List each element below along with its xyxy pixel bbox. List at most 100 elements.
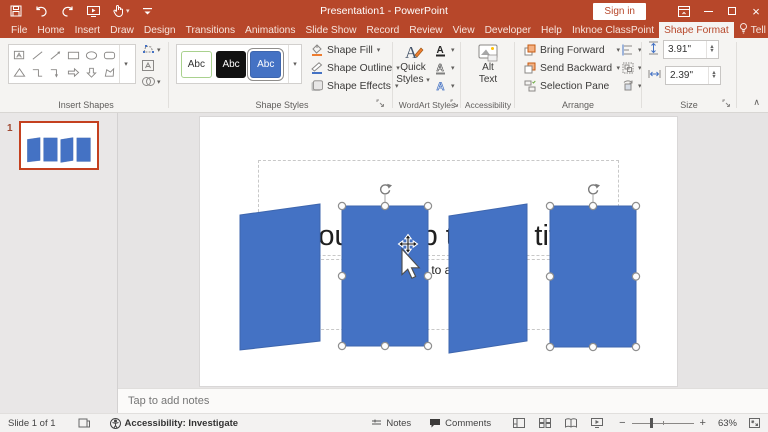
zoom-slider-thumb[interactable] (650, 418, 653, 428)
style-presets-more-icon[interactable]: ▾ (288, 45, 301, 83)
selection-handle[interactable] (338, 272, 345, 279)
align-objects-icon[interactable]: ▾ (622, 42, 642, 58)
text-box-icon[interactable] (142, 60, 161, 71)
comments-button[interactable]: Comments (429, 418, 491, 429)
selection-handle[interactable] (546, 343, 553, 350)
group-objects-icon[interactable]: ▾ (622, 60, 642, 76)
shapes-gallery-more-icon[interactable]: ▾ (119, 45, 132, 83)
selection-handle[interactable] (589, 343, 596, 350)
shape-line-icon[interactable] (28, 47, 46, 64)
text-effects-button[interactable]: A▾ (434, 78, 455, 94)
shape-height-field[interactable]: 3.91" ▲▼ (663, 40, 719, 59)
touch-mouse-mode-icon[interactable]: ▾ (113, 0, 130, 22)
selection-handle[interactable] (546, 273, 553, 280)
tab-help[interactable]: Help (536, 22, 567, 38)
selection-handle[interactable] (424, 202, 431, 209)
close-button[interactable]: × (744, 0, 768, 22)
accessibility-check-button[interactable]: Accessibility: Investigate (110, 418, 239, 429)
rotate-handle[interactable] (381, 184, 392, 194)
rotate-objects-icon[interactable]: ▾ (622, 78, 642, 94)
zoom-level[interactable]: 63% (718, 418, 737, 429)
slide-thumbnail-1[interactable] (19, 121, 99, 170)
tab-inknoe-classpoint[interactable]: Inknoe ClassPoint (567, 22, 659, 38)
undo-icon[interactable] (35, 0, 48, 22)
tab-review[interactable]: Review (404, 22, 447, 38)
zoom-out-button[interactable]: − (619, 417, 625, 429)
slide-sorter-view-icon[interactable] (539, 418, 551, 428)
tab-slide-show[interactable]: Slide Show (300, 22, 361, 38)
sign-in-button[interactable]: Sign in (593, 3, 646, 20)
shape-width-field[interactable]: 2.39" ▲▼ (665, 66, 721, 85)
shape-outline-button[interactable]: Shape Outline▾ (310, 60, 400, 76)
selection-handle[interactable] (381, 342, 388, 349)
tab-shape-format[interactable]: Shape Format (659, 22, 734, 38)
send-backward-button[interactable]: Send Backward▾ (524, 60, 620, 76)
shape-effects-button[interactable]: Shape Effects▾ (310, 78, 398, 94)
tab-record[interactable]: Record (361, 22, 404, 38)
shape-rectangle-icon[interactable] (64, 47, 82, 64)
zoom-slider[interactable] (632, 423, 694, 424)
shape-freeform-icon[interactable] (100, 64, 118, 81)
tab-insert[interactable]: Insert (70, 22, 105, 38)
selection-handle[interactable] (381, 202, 388, 209)
height-spinner[interactable]: ▲▼ (706, 41, 717, 58)
quick-styles-button[interactable]: A Quick Styles ▾ (396, 42, 430, 87)
zoom-in-button[interactable]: + (700, 417, 706, 429)
size-dialog-launcher-icon[interactable] (722, 99, 732, 109)
shape-4[interactable] (550, 206, 636, 347)
edit-shape-icon[interactable]: ▾ (142, 44, 161, 55)
tab-file[interactable]: File (6, 22, 32, 38)
shape-down-arrow-icon[interactable] (82, 64, 100, 81)
collapse-ribbon-icon[interactable]: ∧ (753, 97, 760, 108)
shape-fill-button[interactable]: Shape Fill▾ (310, 42, 380, 58)
shape-arrow-icon[interactable] (46, 47, 64, 64)
shape-elbow-connector-icon[interactable] (28, 64, 46, 81)
tab-tell-me[interactable]: Tell me (734, 22, 768, 38)
shape-oval-icon[interactable] (82, 47, 100, 64)
style-preset-1[interactable]: Abc (181, 51, 212, 78)
selection-handle[interactable] (338, 342, 345, 349)
selection-handle[interactable] (632, 343, 639, 350)
selection-handle[interactable] (546, 202, 553, 209)
shape-text-box-icon[interactable] (10, 47, 28, 64)
shape-styles-dialog-launcher-icon[interactable] (376, 99, 386, 109)
selection-handle[interactable] (424, 272, 431, 279)
redo-icon[interactable] (61, 0, 74, 22)
width-spinner[interactable]: ▲▼ (708, 67, 719, 84)
selection-handle[interactable] (589, 202, 596, 209)
selection-handle[interactable] (338, 202, 345, 209)
start-from-beginning-icon[interactable] (87, 0, 100, 22)
selection-handle[interactable] (424, 342, 431, 349)
selection-handle[interactable] (632, 273, 639, 280)
notes-pane[interactable]: Tap to add notes (118, 388, 768, 413)
shape-triangle-icon[interactable] (10, 64, 28, 81)
shape-elbow-arrow-connector-icon[interactable] (46, 64, 64, 81)
shape-right-arrow-icon[interactable] (64, 64, 82, 81)
shape-1[interactable] (240, 204, 320, 350)
rotate-handle[interactable] (589, 184, 600, 194)
customize-qat-icon[interactable] (143, 0, 152, 22)
merge-shapes-icon[interactable]: ▾ (142, 76, 161, 87)
selection-pane-button[interactable]: Selection Pane (524, 78, 609, 94)
selection-handle[interactable] (632, 202, 639, 209)
tab-design[interactable]: Design (139, 22, 181, 38)
text-outline-button[interactable]: A▾ (434, 60, 455, 76)
fit-slide-to-window-icon[interactable] (749, 418, 760, 428)
text-fill-button[interactable]: A▾ (434, 42, 455, 58)
ribbon-display-options-icon[interactable] (672, 0, 696, 22)
reading-view-icon[interactable] (565, 418, 577, 428)
notes-button[interactable]: Notes (371, 418, 411, 429)
alt-text-button[interactable]: Alt Text (470, 44, 506, 86)
shape-3[interactable] (449, 204, 527, 353)
slide-canvas[interactable]: Double tap to add title Double tap to ad… (200, 117, 677, 386)
maximize-button[interactable] (720, 0, 744, 22)
shape-rounded-rectangle-icon[interactable] (100, 47, 118, 64)
tab-draw[interactable]: Draw (105, 22, 139, 38)
tab-transitions[interactable]: Transitions (181, 22, 240, 38)
style-preset-2[interactable]: Abc (216, 51, 247, 78)
save-icon[interactable] (10, 0, 22, 22)
bring-forward-button[interactable]: Bring Forward▾ (524, 42, 620, 58)
tab-home[interactable]: Home (32, 22, 69, 38)
normal-view-icon[interactable] (513, 418, 525, 428)
tab-animations[interactable]: Animations (240, 22, 300, 38)
